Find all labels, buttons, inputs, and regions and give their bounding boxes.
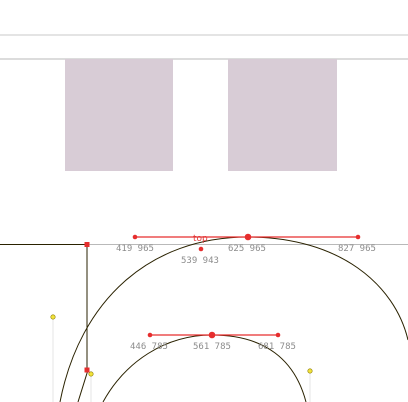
corner-point[interactable] xyxy=(84,242,90,247)
offcurve-point[interactable] xyxy=(307,368,313,374)
outer-bowl-handle-right[interactable] xyxy=(355,234,361,240)
glyph-edit-canvas[interactable]: top 419 965 625 965 827 965 539 943 446 … xyxy=(0,0,408,402)
inner-bowl-oncurve-point[interactable] xyxy=(208,331,216,339)
left-stroke-outline[interactable] xyxy=(77,369,89,402)
outer-bowl-outline[interactable] xyxy=(59,236,408,402)
outer-bowl-oncurve-point[interactable] xyxy=(244,233,252,241)
point-coordinates: 446 785 xyxy=(130,342,168,352)
outer-bowl-handle-left[interactable] xyxy=(132,234,138,240)
point-coordinates: 561 785 xyxy=(193,342,231,352)
inner-bowl-handle-right[interactable] xyxy=(275,332,281,338)
glyph-box-right[interactable] xyxy=(228,59,337,171)
anchor-tag-label: top xyxy=(193,234,208,244)
glyph-box-left[interactable] xyxy=(65,59,173,171)
corner-point[interactable] xyxy=(84,367,90,373)
point-coordinates: 625 965 xyxy=(228,244,266,254)
inner-bowl-handle-left[interactable] xyxy=(147,332,153,338)
point-coordinates: 419 965 xyxy=(116,244,154,254)
stem-outline[interactable] xyxy=(0,244,88,371)
point-coordinates: 827 965 xyxy=(338,244,376,254)
offcurve-point[interactable] xyxy=(50,314,56,320)
point-coordinates: 539 943 xyxy=(181,256,219,266)
anchor-point-top[interactable] xyxy=(198,246,204,252)
point-coordinates: 681 785 xyxy=(258,342,296,352)
